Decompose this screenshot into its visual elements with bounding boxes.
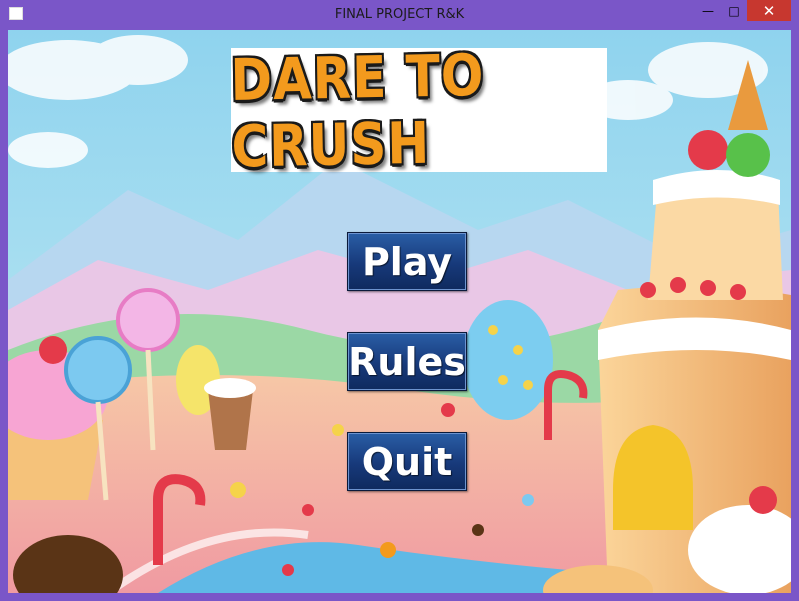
maximize-icon: □ — [728, 3, 740, 18]
quit-button[interactable]: Quit — [347, 432, 467, 491]
rules-button[interactable]: Rules — [347, 332, 467, 391]
app-window: FINAL PROJECT R&K — □ ✕ DARE TO CRUSH Pl… — [0, 0, 799, 601]
minimize-icon: — — [702, 3, 714, 18]
title-bar[interactable]: FINAL PROJECT R&K — □ ✕ — [0, 0, 799, 29]
logo-text: DARE TO CRUSH — [230, 41, 485, 181]
minimize-button[interactable]: — — [695, 0, 721, 21]
play-button[interactable]: Play — [347, 232, 467, 291]
close-button[interactable]: ✕ — [747, 0, 791, 21]
maximize-button[interactable]: □ — [721, 0, 747, 21]
game-canvas: DARE TO CRUSH Play Rules Quit — [8, 30, 791, 593]
close-icon: ✕ — [762, 1, 776, 20]
window-title: FINAL PROJECT R&K — [334, 7, 465, 22]
game-logo: DARE TO CRUSH — [230, 42, 607, 180]
